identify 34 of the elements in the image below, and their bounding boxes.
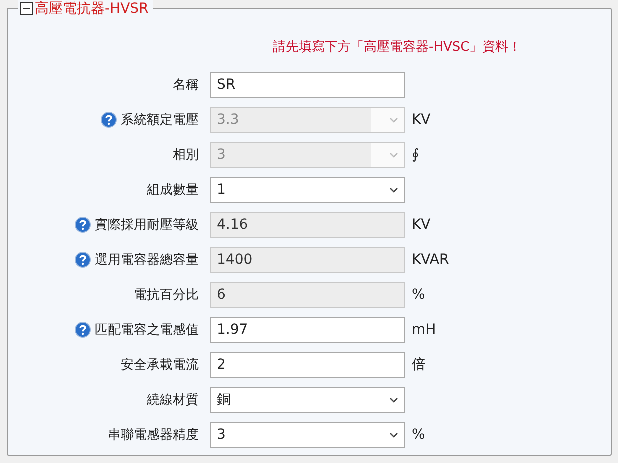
unit-label: % [412, 287, 426, 303]
dropdown[interactable]: 銅 [210, 387, 405, 413]
dropdown[interactable]: 3 [210, 422, 405, 448]
input-field[interactable]: SR [210, 72, 405, 98]
unit-label: KV [412, 217, 431, 233]
unit-label: % [412, 427, 426, 443]
field-label: 電抗百分比 [134, 287, 199, 304]
caret-icon [390, 188, 398, 192]
field-label: 選用電容器總容量 [95, 252, 199, 269]
unit-label: mH [412, 322, 436, 338]
field-label: 組成數量 [147, 182, 199, 199]
caret-icon [390, 118, 398, 122]
caret-icon [390, 398, 398, 402]
field-label: 實際採用耐壓等級 [95, 217, 199, 234]
unit-label: ∮ [412, 147, 420, 163]
field-label: 相別 [173, 147, 199, 164]
field-label: 匹配電容之電感值 [95, 322, 199, 339]
field-label: 串聯電感器精度 [108, 427, 199, 444]
help-icon[interactable] [75, 322, 91, 338]
field-label: 安全承載電流 [121, 357, 199, 374]
caret-icon [390, 152, 398, 158]
panel-title: 高壓電抗器-HVSR [35, 0, 149, 18]
unit-label: KV [412, 112, 431, 128]
input-field[interactable]: 1.97 [210, 317, 405, 343]
collapse-icon[interactable] [20, 2, 33, 15]
field-label: 繞線材質 [147, 392, 199, 409]
input-field[interactable]: 2 [210, 352, 405, 378]
unit-label: KVAR [412, 252, 450, 268]
notice-text: 請先填寫下方「高壓電容器-HVSC」資料！ [272, 40, 523, 56]
unit-label: 倍 [412, 356, 426, 374]
dropdown[interactable]: 1 [210, 177, 405, 203]
field-label: 名稱 [173, 77, 199, 94]
caret-icon [390, 432, 398, 438]
field-label: 系統額定電壓 [121, 112, 199, 129]
